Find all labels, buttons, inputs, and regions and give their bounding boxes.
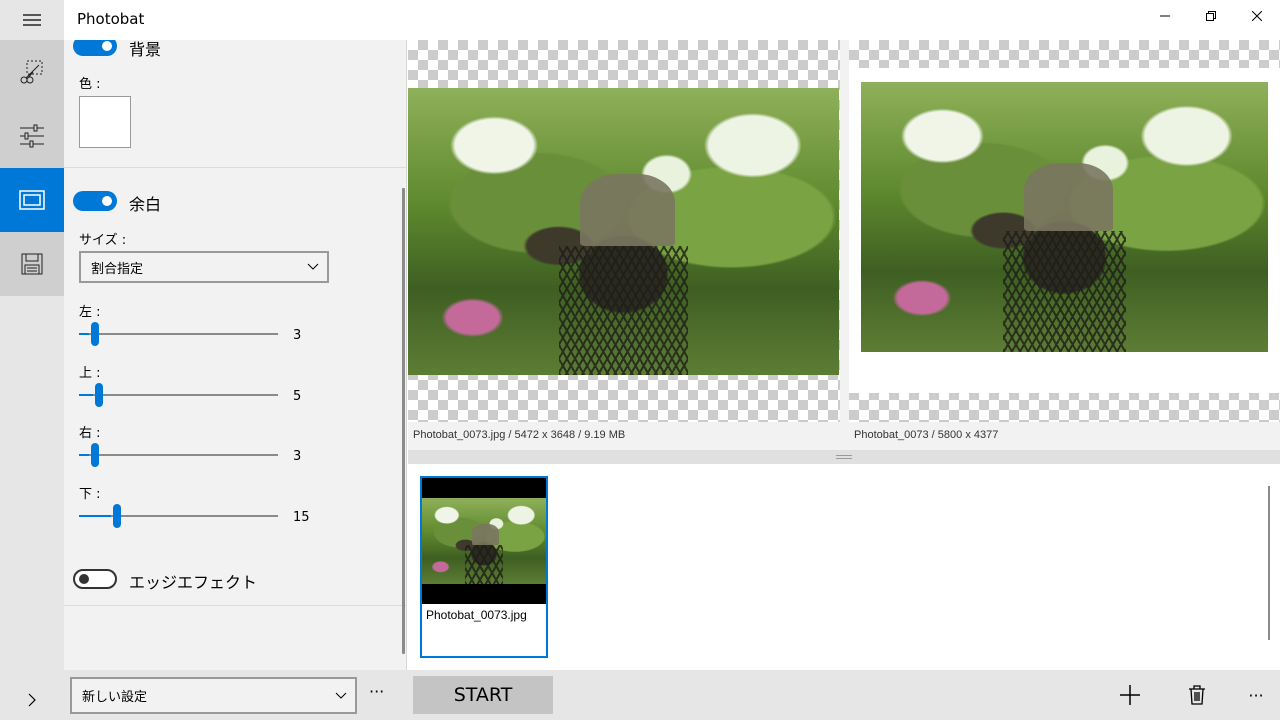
margin-left-value: 3 — [293, 328, 302, 343]
settings-panel: 背景 色 : 余白 サイズ : 割合指定 左 : 3 上 : 5 右 : 3 下… — [64, 40, 407, 670]
delete-button[interactable] — [1182, 680, 1212, 710]
source-preview — [408, 40, 840, 422]
slider-thumb[interactable] — [95, 383, 103, 407]
save-icon — [21, 253, 43, 275]
panel-scrollbar[interactable] — [402, 188, 405, 654]
result-photo — [861, 82, 1268, 352]
thumbnail-image — [422, 478, 546, 604]
thumbnail-item[interactable]: Photobat_0073.jpg — [420, 476, 548, 658]
close-button[interactable] — [1234, 0, 1280, 32]
hamburger-icon — [23, 14, 41, 26]
section-divider — [64, 167, 406, 168]
minimize-button[interactable] — [1142, 0, 1188, 32]
background-label: 背景 — [129, 40, 162, 59]
minimize-icon — [1160, 15, 1170, 17]
title-bar: Photobat — [0, 0, 1280, 40]
slider-fill — [79, 333, 89, 335]
thumbnail-label: Photobat_0073.jpg — [426, 608, 527, 622]
slider-thumb[interactable] — [91, 322, 99, 346]
source-photo — [408, 88, 839, 375]
rail-item-crop[interactable] — [0, 40, 64, 104]
color-label: 色 : — [79, 77, 101, 92]
expand-rail-button[interactable] — [0, 680, 64, 720]
chevron-down-icon — [335, 692, 347, 699]
margin-top-slider[interactable] — [79, 383, 278, 407]
result-canvas — [849, 68, 1280, 393]
grip-icon — [836, 455, 852, 459]
thumbnail-list: Photobat_0073.jpg — [408, 464, 1280, 670]
chevron-right-icon — [28, 693, 36, 707]
margin-bottom-slider[interactable] — [79, 504, 278, 528]
size-label: サイズ : — [79, 233, 127, 248]
more-button[interactable]: ··· — [1241, 680, 1271, 710]
frame-icon — [19, 190, 45, 210]
margin-label: 余白 — [129, 195, 162, 214]
result-preview — [849, 40, 1280, 422]
margin-left-slider[interactable] — [79, 322, 278, 346]
slider-fill — [79, 454, 89, 456]
margin-right-slider[interactable] — [79, 443, 278, 467]
close-icon — [1252, 11, 1262, 21]
start-button[interactable]: START — [413, 676, 553, 714]
app-title: Photobat — [77, 10, 145, 28]
restore-button[interactable] — [1188, 0, 1234, 32]
preset-value: 新しい設定 — [82, 690, 148, 705]
plus-icon — [1120, 685, 1140, 705]
nav-rail — [0, 40, 64, 720]
margin-bottom-value: 15 — [293, 510, 310, 525]
margin-right-label: 右 : — [79, 426, 101, 441]
slider-fill — [79, 515, 111, 517]
slider-fill — [79, 394, 93, 396]
edge-effect-toggle[interactable] — [73, 569, 117, 589]
size-mode-value: 割合指定 — [91, 261, 144, 277]
preview-area: Photobat_0073.jpg / 5472 x 3648 / 9.19 M… — [408, 40, 1280, 450]
chevron-down-icon — [307, 263, 319, 270]
preset-select[interactable]: 新しい設定 — [70, 677, 357, 714]
hamburger-menu-button[interactable] — [0, 0, 64, 40]
background-toggle[interactable] — [73, 40, 117, 56]
preset-more-button[interactable]: ··· — [369, 682, 384, 701]
slider-thumb[interactable] — [91, 443, 99, 467]
crop-scissors-icon — [20, 60, 43, 84]
thumbnail-scrollbar[interactable] — [1268, 486, 1270, 640]
margin-bottom-label: 下 : — [79, 487, 101, 502]
rail-item-canvas[interactable] — [0, 168, 64, 232]
thumbnail-photo — [422, 498, 546, 584]
sliders-icon — [20, 124, 44, 148]
edge-effect-label: エッジエフェクト — [129, 573, 258, 592]
source-caption: Photobat_0073.jpg / 5472 x 3648 / 9.19 M… — [413, 429, 626, 441]
section-divider — [64, 605, 406, 606]
edge-effect-section: エッジエフェクト — [64, 552, 406, 606]
margin-toggle[interactable] — [73, 191, 117, 211]
margin-right-value: 3 — [293, 449, 302, 464]
add-button[interactable] — [1115, 680, 1145, 710]
rail-item-save[interactable] — [0, 232, 64, 296]
preset-bar: 新しい設定 ··· — [64, 670, 408, 720]
size-mode-select[interactable]: 割合指定 — [79, 251, 329, 283]
result-caption: Photobat_0073 / 5800 x 4377 — [854, 429, 999, 441]
restore-icon — [1206, 11, 1216, 21]
splitter-handle[interactable] — [408, 450, 1280, 464]
rail-item-adjust[interactable] — [0, 104, 64, 168]
command-bar: START ··· — [408, 670, 1280, 720]
margin-top-label: 上 : — [79, 366, 101, 381]
background-color-swatch[interactable] — [79, 96, 131, 148]
slider-thumb[interactable] — [113, 504, 121, 528]
trash-icon — [1189, 685, 1205, 705]
margin-left-label: 左 : — [79, 305, 101, 320]
margin-top-value: 5 — [293, 389, 302, 404]
